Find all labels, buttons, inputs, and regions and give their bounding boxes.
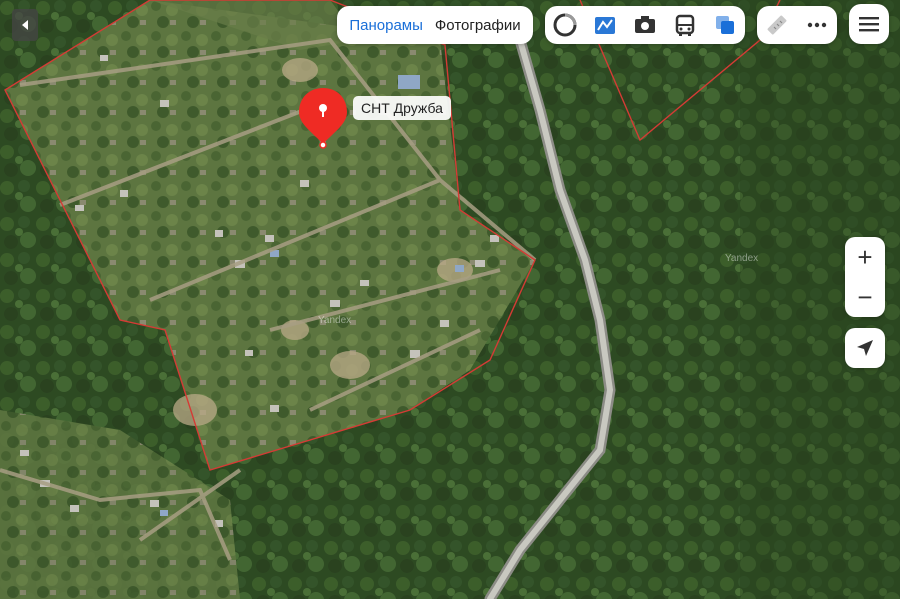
tools-panel: [757, 6, 837, 44]
ruler-button[interactable]: [765, 13, 789, 37]
zoom-in-button[interactable]: +: [845, 237, 885, 277]
map-watermark: Yandex: [318, 315, 352, 326]
layers-panel: [545, 6, 745, 44]
more-icon: [807, 22, 827, 28]
traffic-button[interactable]: [592, 12, 618, 38]
transit-bus-icon: [675, 14, 695, 36]
traffic-icon: [595, 17, 615, 34]
menu-button[interactable]: [849, 4, 889, 44]
camera-icon: [635, 16, 655, 33]
map-watermark-2: Yandex: [725, 253, 759, 264]
satellite-map[interactable]: [0, 0, 900, 599]
tab-panoramas[interactable]: Панорамы: [343, 17, 429, 34]
layers-button[interactable]: [552, 12, 578, 38]
photos-layer-button[interactable]: [632, 12, 658, 38]
zoom-control: + −: [845, 237, 885, 317]
chevron-left-icon: [22, 20, 28, 30]
hamburger-menu-icon: [859, 17, 879, 32]
back-button[interactable]: [12, 9, 38, 41]
layer-switch-button[interactable]: [712, 12, 738, 38]
zoom-out-button[interactable]: −: [845, 277, 885, 317]
media-tabs: Панорамы Фотографии: [337, 6, 533, 44]
tab-photos[interactable]: Фотографии: [429, 17, 527, 34]
navigation-arrow-icon: [857, 340, 873, 356]
more-button[interactable]: [805, 13, 829, 37]
transit-button[interactable]: [672, 12, 698, 38]
my-location-button[interactable]: [845, 328, 885, 368]
layers-icon: [553, 13, 577, 37]
layer-switch-icon: [716, 16, 734, 34]
ruler-icon: [767, 15, 787, 35]
place-label[interactable]: СНТ Дружба: [353, 96, 451, 120]
